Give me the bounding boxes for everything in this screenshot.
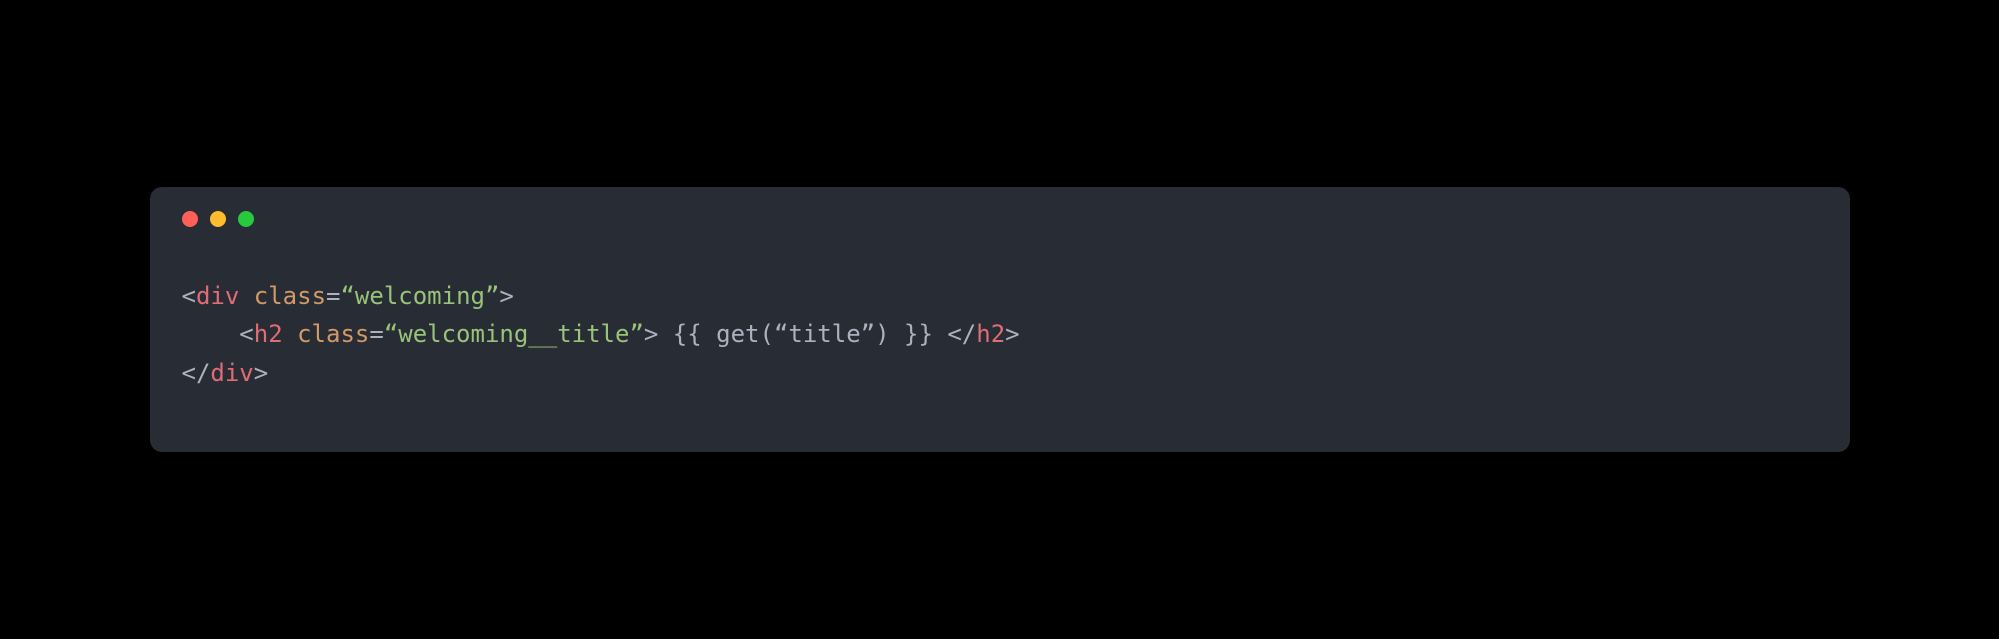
attr-name: class (254, 282, 326, 310)
attr-name: class (297, 320, 369, 348)
window-minimize-button[interactable] (210, 211, 226, 227)
window-maximize-button[interactable] (238, 211, 254, 227)
bracket: > (499, 282, 513, 310)
bracket: > (1005, 320, 1019, 348)
tag-name: h2 (976, 320, 1005, 348)
tag-name: h2 (254, 320, 283, 348)
code-content: <div class=“welcoming”> <h2 class=“welco… (182, 277, 1818, 392)
space (239, 282, 253, 310)
equals: = (369, 320, 383, 348)
window-close-button[interactable] (182, 211, 198, 227)
bracket: > (254, 359, 268, 387)
space (283, 320, 297, 348)
bracket: < (182, 282, 196, 310)
attr-value: “welcoming” (340, 282, 499, 310)
bracket: > (644, 320, 658, 348)
equals: = (326, 282, 340, 310)
template-expression: {{ get(“title”) }} (658, 320, 947, 348)
tag-name: div (196, 282, 239, 310)
indent (182, 320, 240, 348)
bracket: < (239, 320, 253, 348)
bracket: </ (947, 320, 976, 348)
tag-name: div (210, 359, 253, 387)
code-line-3: </div> (182, 359, 269, 387)
code-line-2: <h2 class=“welcoming__title”> {{ get(“ti… (182, 320, 1020, 348)
attr-value: “welcoming__title” (384, 320, 644, 348)
code-line-1: <div class=“welcoming”> (182, 282, 514, 310)
bracket: </ (182, 359, 211, 387)
window-controls (182, 211, 1818, 227)
code-editor-window: <div class=“welcoming”> <h2 class=“welco… (150, 187, 1850, 452)
